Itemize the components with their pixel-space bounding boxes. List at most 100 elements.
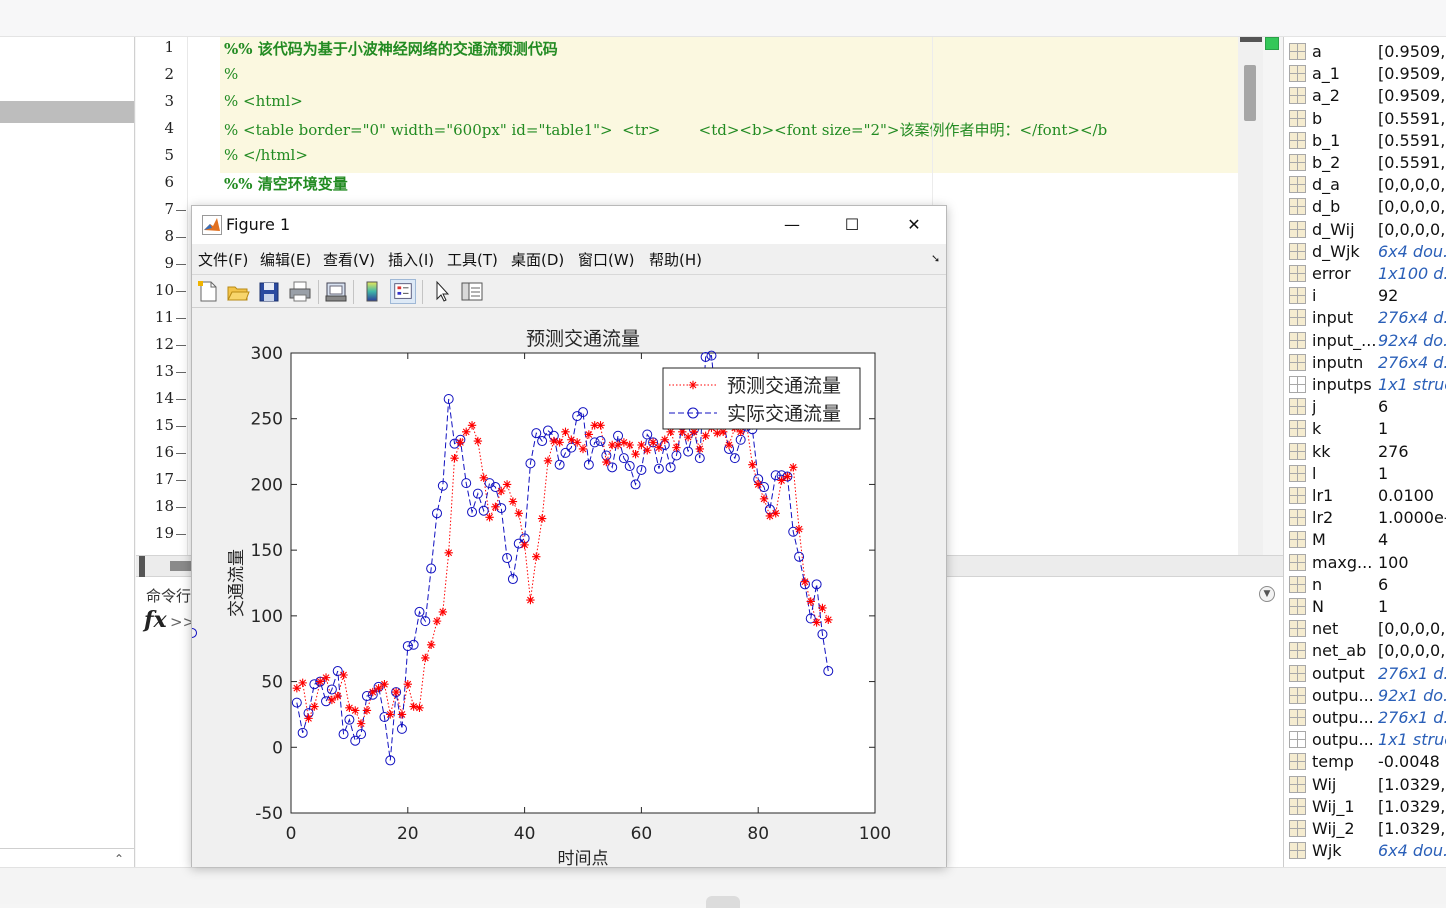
- workspace-variable-row[interactable]: output 276x1 d...: [1284, 663, 1446, 685]
- editor-vertical-scrollbar[interactable]: [1238, 37, 1263, 555]
- workspace-variable-row[interactable]: l1: [1284, 463, 1446, 485]
- workspace-variable-row[interactable]: kk 276: [1284, 441, 1446, 463]
- workspace-variable-row[interactable]: lr2 1.0000e-...: [1284, 507, 1446, 529]
- code-line-4[interactable]: % <table border="0" width="600px" id="ta…: [224, 119, 1107, 140]
- code-line-5[interactable]: % </html>: [224, 146, 308, 164]
- figure-canvas[interactable]: 0 20 40 60 80 100 -50 0 50 100 150 200 250 300 预测交通流量时…: [192, 309, 946, 867]
- workspace-variable-row[interactable]: a_1 [0.9509,-...: [1284, 63, 1446, 85]
- menu-view[interactable]: 查看(V): [323, 249, 375, 270]
- menu-file[interactable]: 文件(F): [198, 249, 248, 270]
- scrollbar-thumb[interactable]: [1244, 65, 1256, 121]
- workspace-variable-row[interactable]: outpu...92x1 do...: [1284, 685, 1446, 707]
- legend-icon[interactable]: [390, 279, 416, 304]
- workspace-variable-row[interactable]: a [0.9509,-...: [1284, 41, 1446, 63]
- line-number: 9: [164, 254, 174, 272]
- workspace-variable-row[interactable]: d_Wij [0,0,0,0,0...: [1284, 219, 1446, 241]
- figure-titlebar[interactable]: Figure 1 — ☐ ✕: [192, 206, 946, 244]
- top-toolbar-strip: [0, 0, 1446, 37]
- workspace-variable-row[interactable]: Wij_2 [1.0329,0...: [1284, 818, 1446, 840]
- workspace-variable-row[interactable]: d_b [0,0,0,0,0...: [1284, 196, 1446, 218]
- close-button[interactable]: ✕: [891, 210, 937, 240]
- workspace-variable-row[interactable]: b_2 [0.5591,-...: [1284, 152, 1446, 174]
- collapse-caret-icon[interactable]: ⌃: [114, 852, 124, 866]
- variable-value: 92x1 do...: [1378, 685, 1446, 705]
- workspace-variable-row[interactable]: inputn 276x4 d...: [1284, 352, 1446, 374]
- workspace-variable-row[interactable]: k1: [1284, 418, 1446, 440]
- workspace-variable-row[interactable]: input 276x4 d...: [1284, 307, 1446, 329]
- workspace-variable-row[interactable]: b_1 [0.5591,-...: [1284, 130, 1446, 152]
- workspace-variable-row[interactable]: maxg... 100: [1284, 552, 1446, 574]
- workspace-variable-row[interactable]: i 92: [1284, 285, 1446, 307]
- code-line-6[interactable]: %% 清空环境变量: [224, 173, 348, 194]
- matrix-icon: [1289, 664, 1306, 682]
- variable-value: 100: [1378, 552, 1409, 572]
- data-point-predicted: [596, 421, 605, 430]
- workspace-variable-row[interactable]: temp -0.0048: [1284, 751, 1446, 773]
- command-window-actions-icon[interactable]: ▼: [1259, 586, 1275, 602]
- variable-name: output: [1312, 663, 1365, 683]
- new-file-icon[interactable]: [195, 279, 221, 304]
- data-point-predicted: [777, 476, 786, 485]
- print-figure-icon[interactable]: [323, 279, 349, 304]
- code-line-2[interactable]: %: [224, 65, 238, 83]
- workspace-variable-row[interactable]: Wjk 6x4 dou...: [1284, 840, 1446, 862]
- save-icon[interactable]: [256, 279, 282, 304]
- figure-window[interactable]: Figure 1 — ☐ ✕ 文件(F) 编辑(E) 查看(V) 插入(I) 工…: [191, 205, 947, 867]
- code-line-1[interactable]: %% 该代码为基于小波神经网络的交通流预测代码: [224, 38, 558, 59]
- function-browser-icon[interactable]: fx: [144, 607, 167, 633]
- menu-tools[interactable]: 工具(T): [447, 249, 498, 270]
- property-editor-icon[interactable]: [459, 279, 485, 304]
- workspace-variable-row[interactable]: N1: [1284, 596, 1446, 618]
- workspace-variable-row[interactable]: Wij_1 [1.0329,0...: [1284, 796, 1446, 818]
- menu-desktop[interactable]: 桌面(D): [511, 249, 564, 270]
- variable-value: 1x100 d...: [1378, 264, 1446, 283]
- command-window-title: 命令行: [146, 587, 192, 605]
- workspace-variable-row[interactable]: n6: [1284, 574, 1446, 596]
- variable-name: a: [1312, 42, 1322, 61]
- menu-window[interactable]: 窗口(W): [578, 249, 635, 270]
- chart-svg[interactable]: 0 20 40 60 80 100-50050100150200250300预测交通流量时…: [192, 309, 946, 867]
- workspace-variable-row[interactable]: a_2 [0.9509,-...: [1284, 85, 1446, 107]
- pointer-icon[interactable]: [429, 279, 455, 304]
- variable-name: net_ab: [1312, 641, 1367, 661]
- workspace-variable-row[interactable]: inputps 1x1 struc: [1284, 374, 1446, 396]
- workspace-variable-row[interactable]: d_a [0,0,0,0,0...: [1284, 174, 1446, 196]
- horizontal-scrollbar-thumb[interactable]: [170, 561, 192, 571]
- workspace-variable-row[interactable]: lr1 0.0100: [1284, 485, 1446, 507]
- code-analyzer-status-icon[interactable]: [1265, 37, 1279, 50]
- line-number: 15: [154, 416, 174, 434]
- selected-folder-row[interactable]: [0, 101, 134, 123]
- workspace-variable-row[interactable]: net [0,0,0,0,0...: [1284, 618, 1446, 640]
- data-point-predicted: [415, 703, 424, 713]
- workspace-variable-row[interactable]: d_Wjk 6x4 dou...: [1284, 241, 1446, 263]
- matrix-icon: [1289, 442, 1306, 460]
- minimize-button[interactable]: —: [769, 210, 815, 240]
- workspace-variable-row[interactable]: b [0.5591,-...: [1284, 108, 1446, 130]
- variable-name: d_Wij: [1312, 219, 1355, 239]
- workspace-variable-row[interactable]: input_...92x4 do...: [1284, 330, 1446, 352]
- variable-name: j: [1312, 397, 1317, 417]
- workspace-variable-row[interactable]: M4: [1284, 529, 1446, 551]
- variable-value: 0.0100: [1378, 486, 1434, 505]
- print-icon[interactable]: [287, 279, 313, 304]
- menu-help[interactable]: 帮助(H): [649, 249, 702, 270]
- workspace-variable-row[interactable]: outpu... 1x1 struc: [1284, 729, 1446, 751]
- code-line-3[interactable]: % <html>: [224, 92, 303, 110]
- bottom-drawer-handle[interactable]: [706, 896, 740, 908]
- data-point-predicted: [584, 430, 594, 439]
- workspace-variable-row[interactable]: outpu...276x1 d...: [1284, 707, 1446, 729]
- colorbar-icon[interactable]: [359, 279, 385, 304]
- menu-edit[interactable]: 编辑(E): [260, 249, 311, 270]
- y-tick-label: 50: [261, 673, 283, 693]
- workspace-variable-row[interactable]: net_ab [0,0,0,0,0...: [1284, 640, 1446, 662]
- workspace-variable-row[interactable]: error 1x100 d...: [1284, 263, 1446, 285]
- line-number: 7: [164, 200, 174, 218]
- variable-value: 1: [1378, 463, 1389, 483]
- menu-insert[interactable]: 插入(I): [388, 249, 434, 270]
- workspace-variable-row[interactable]: Wij [1.0329,0...: [1284, 774, 1446, 796]
- dock-figure-icon[interactable]: ➘: [931, 252, 940, 265]
- variable-value: [0,0,0,0,0...: [1378, 175, 1446, 195]
- workspace-variable-row[interactable]: j6: [1284, 396, 1446, 418]
- open-folder-icon[interactable]: [225, 279, 251, 304]
- maximize-button[interactable]: ☐: [829, 210, 875, 240]
